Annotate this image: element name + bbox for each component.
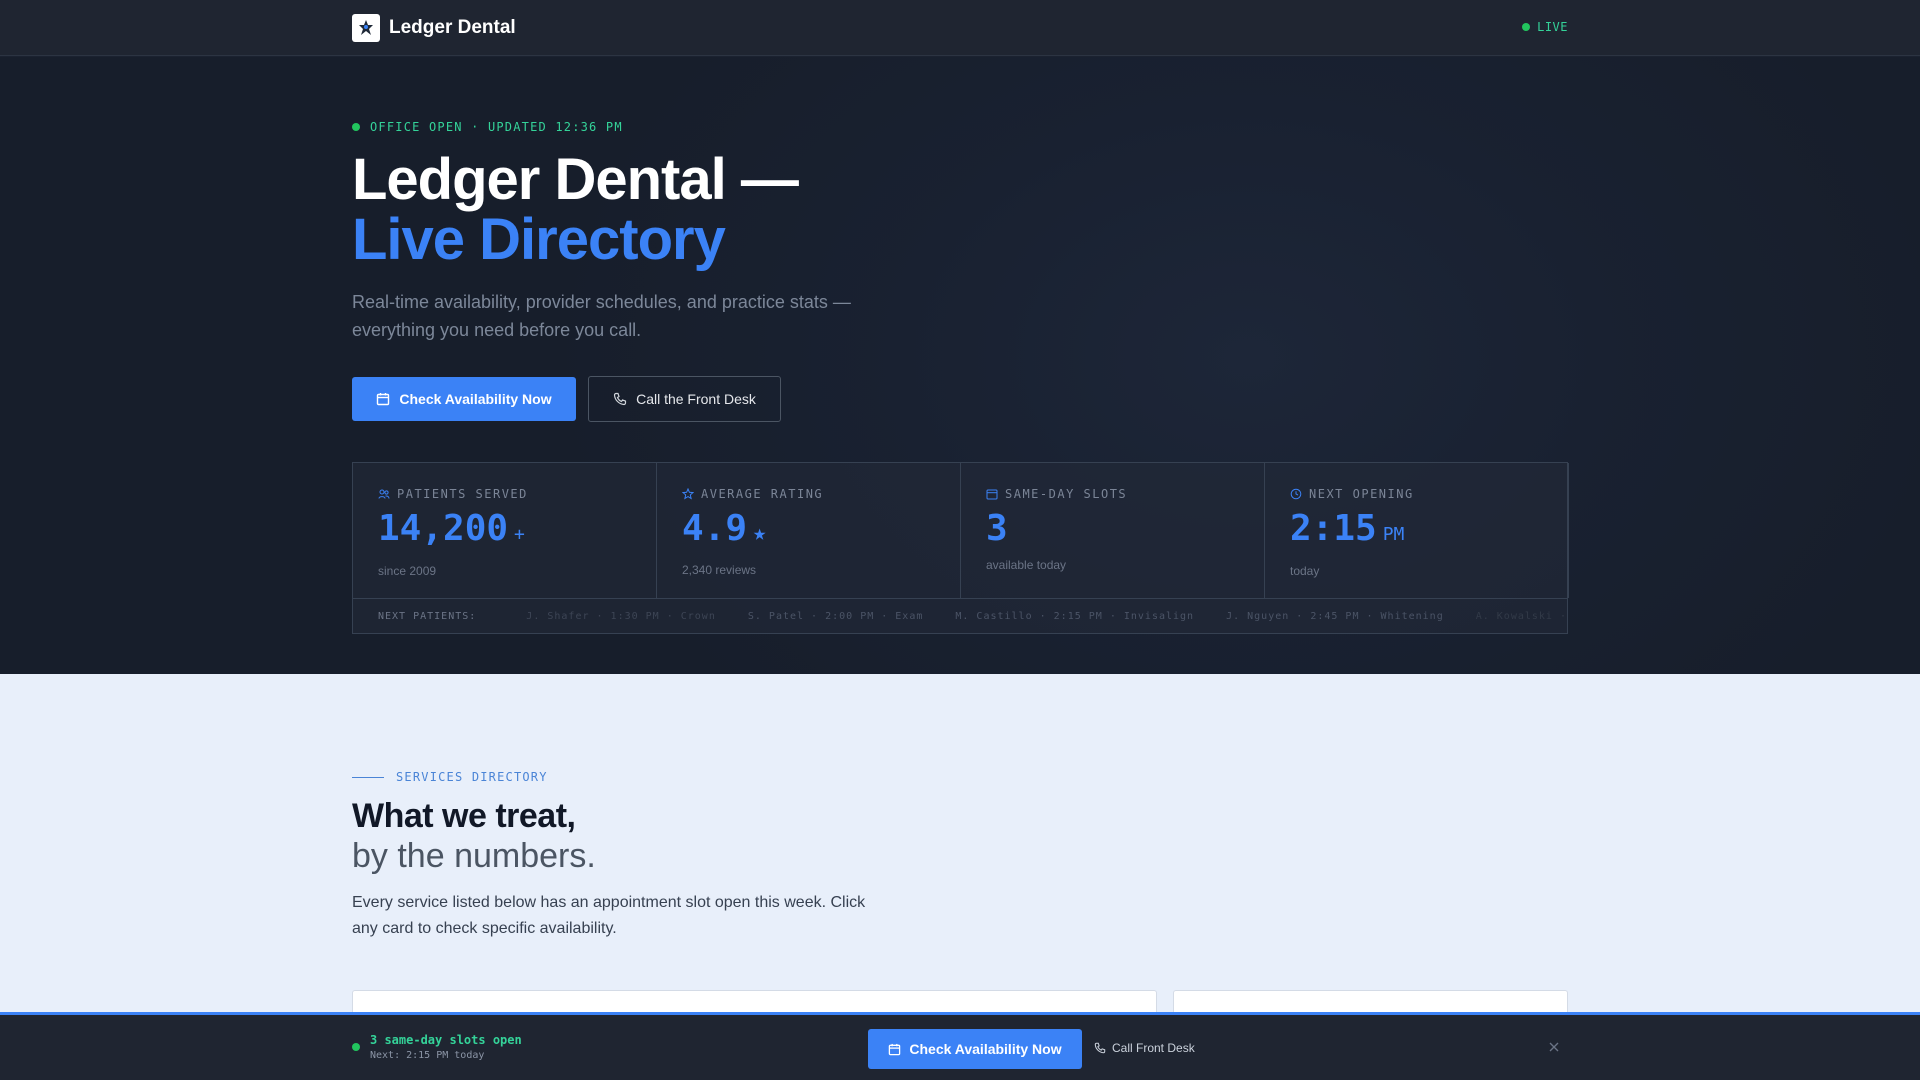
stat-same-day-slots: SAME-DAY SLOTS 3 available today — [961, 463, 1265, 598]
stat-patients-served: PATIENTS SERVED 14,200 + since 2009 — [353, 463, 657, 598]
calendar-icon — [986, 489, 998, 500]
services-title-normal: by the numbers. — [352, 837, 596, 875]
services-eyebrow-text: SERVICES DIRECTORY — [396, 770, 548, 784]
close-icon[interactable] — [1546, 1039, 1562, 1055]
stat-value-row: 2:15 PM — [1290, 509, 1568, 555]
page-title-line2: Live Directory — [352, 207, 726, 272]
stat-value-row: 14,200 + — [378, 509, 656, 555]
calendar-icon — [377, 393, 390, 406]
live-dot-icon — [1522, 23, 1531, 31]
users-icon — [378, 489, 390, 499]
services-section: SERVICES DIRECTORY What we treat, by the… — [0, 674, 1920, 1020]
check-availability-button[interactable]: Check Availability Now — [352, 377, 576, 421]
brand-name: Ledger Dental — [389, 17, 516, 38]
phone-icon — [1094, 1042, 1106, 1054]
office-status: OFFICE OPEN · UPDATED 12:36 PM — [352, 120, 623, 134]
sticky-sub: Next: 2:15 PM today — [370, 1050, 485, 1061]
call-front-desk-label: Call the Front Desk — [636, 391, 756, 407]
stat-value: 2:15 — [1290, 508, 1377, 549]
hero-section: OFFICE OPEN · UPDATED 12:36 PM Ledger De… — [0, 57, 1920, 674]
stat-label-row: SAME-DAY SLOTS — [986, 487, 1264, 501]
star-icon — [682, 488, 694, 500]
brand[interactable]: Ledger Dental — [352, 14, 516, 42]
sticky-status: 3 same-day slots open Next: 2:15 PM toda… — [352, 1033, 522, 1061]
sticky-text: 3 same-day slots open Next: 2:15 PM toda… — [370, 1033, 522, 1061]
sticky-availability-bar: 3 same-day slots open Next: 2:15 PM toda… — [0, 1012, 1920, 1080]
stat-sub: 2,340 reviews — [682, 563, 757, 577]
check-availability-label: Check Availability Now — [399, 391, 552, 407]
stat-suffix: + — [514, 524, 525, 545]
stat-sub: today — [1290, 564, 1320, 578]
stat-label-row: AVERAGE RATING — [682, 487, 960, 501]
top-nav: Ledger Dental LIVE — [0, 0, 1920, 56]
services-title-bold: What we treat, — [352, 797, 576, 835]
stat-average-rating: AVERAGE RATING 4.9 ★ 2,340 reviews — [657, 463, 961, 598]
calendar-icon — [889, 1043, 901, 1055]
sticky-check-availability-label: Check Availability Now — [909, 1041, 1062, 1057]
sticky-check-availability-button[interactable]: Check Availability Now — [868, 1029, 1082, 1069]
services-title: What we treat, by the numbers. — [352, 796, 596, 876]
page-title-line1: Ledger Dental — — [352, 147, 799, 212]
ticker-item: M. Castillo · 2:15 PM · Invisalign — [955, 611, 1195, 622]
status-dot-icon — [352, 123, 360, 131]
sticky-title: 3 same-day slots open — [370, 1033, 522, 1047]
call-front-desk-button[interactable]: Call the Front Desk — [588, 376, 781, 422]
stats-panel: PATIENTS SERVED 14,200 + since 2009 AVERA… — [352, 462, 1569, 634]
stat-value: 14,200 — [378, 508, 509, 549]
stat-value-row: 3 — [986, 509, 1264, 549]
ticker-item: S. Patel · 2:00 PM · Exam — [747, 611, 924, 622]
logo-icon — [352, 14, 380, 42]
phone-icon — [613, 392, 627, 406]
ticker-item: A. Kowalski · 3:00 PM — [1475, 611, 1567, 622]
ticker-item: J. Nguyen · 2:45 PM · Whitening — [1226, 611, 1444, 622]
stat-label: PATIENTS SERVED — [397, 487, 528, 501]
stat-value: 4.9 — [682, 508, 748, 549]
stat-label-row: NEXT OPENING — [1290, 487, 1568, 501]
stat-label: SAME-DAY SLOTS — [1005, 487, 1128, 501]
stat-label-row: PATIENTS SERVED — [378, 487, 656, 501]
stat-next-opening: NEXT OPENING 2:15 PM today — [1265, 463, 1569, 598]
live-indicator: LIVE — [1522, 20, 1568, 34]
sticky-call-front-desk-link[interactable]: Call Front Desk — [1094, 1041, 1195, 1055]
sticky-dot-icon — [352, 1043, 360, 1051]
stat-value-row: 4.9 ★ — [682, 509, 960, 554]
hero-lead: Real-time availability, provider schedul… — [352, 292, 851, 340]
services-lead: Every service listed below has an appoin… — [352, 894, 866, 937]
ticker-item: J. Shafer · 1:30 PM · Crown — [526, 611, 716, 622]
ticker-label: NEXT PATIENTS: — [378, 611, 477, 622]
rating-star-icon: ★ — [753, 521, 767, 546]
sticky-call-label: Call Front Desk — [1112, 1041, 1195, 1055]
clock-icon — [1290, 488, 1302, 500]
stat-value: 3 — [986, 508, 1008, 549]
stat-label: AVERAGE RATING — [701, 487, 824, 501]
eyebrow-divider — [352, 776, 384, 778]
stat-suffix: PM — [1382, 524, 1405, 545]
next-patients-ticker: NEXT PATIENTS: J. Shafer · 1:30 PM · Cro… — [353, 598, 1567, 634]
live-label: LIVE — [1537, 20, 1568, 34]
page-title: Ledger Dental — Live Directory — [352, 147, 799, 272]
stat-label: NEXT OPENING — [1309, 487, 1414, 501]
stat-sub: since 2009 — [378, 564, 437, 578]
office-status-text: OFFICE OPEN · UPDATED 12:36 PM — [370, 120, 623, 134]
stat-sub: available today — [986, 558, 1067, 572]
services-eyebrow: SERVICES DIRECTORY — [352, 770, 548, 784]
